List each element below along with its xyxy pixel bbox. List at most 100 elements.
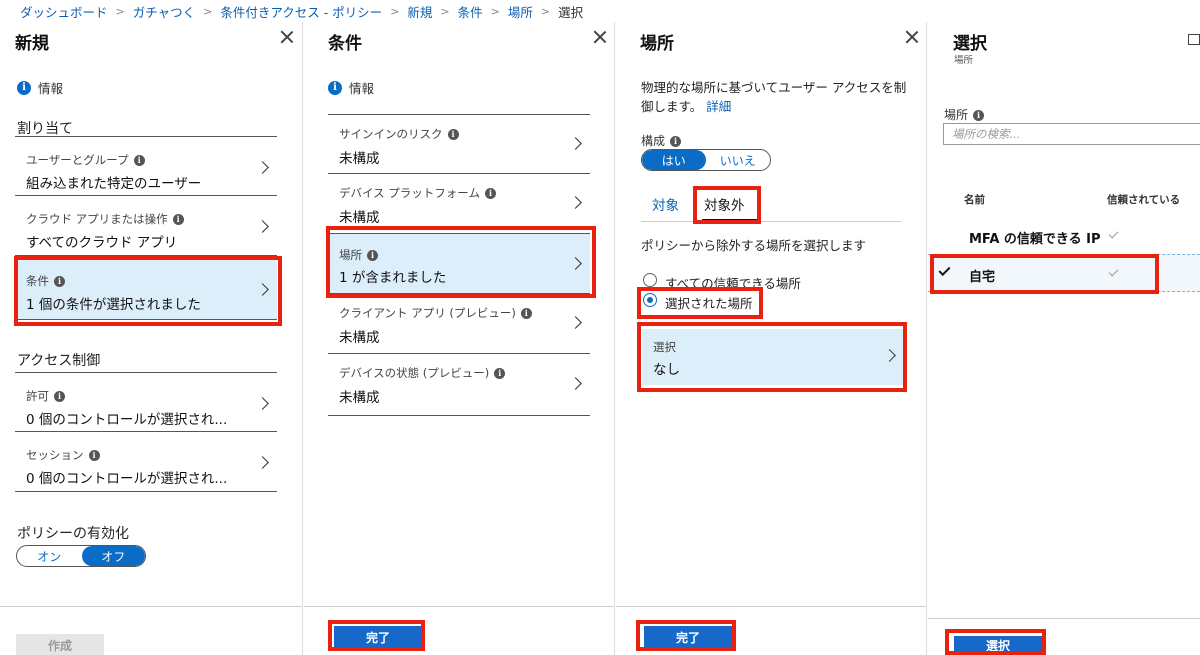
row-name: MFA の信頼できる IP <box>969 232 1101 247</box>
item-label: セッション i <box>26 447 100 463</box>
close-icon[interactable] <box>280 30 294 44</box>
item-value: 組み込まれた特定のユーザー <box>26 176 202 192</box>
blade-conditions: 条件 i 情報 サインインのリスク i 未構成 デバイス プラットフォーム i 未構… <box>304 22 615 655</box>
tab-include[interactable]: 対象 <box>652 194 679 214</box>
column-header-trusted[interactable]: 信頼されている <box>1107 192 1180 207</box>
info-icon: i <box>17 80 31 95</box>
exclude-prompt: ポリシーから除外する場所を選択します <box>641 238 867 253</box>
breadcrumb-new[interactable]: 新規 <box>407 2 432 21</box>
info-label: 情報 <box>38 81 64 96</box>
item-value: 0 個のコントロールが選択され... <box>26 471 228 487</box>
item-label: 許可 i <box>26 388 65 404</box>
info-icon: i <box>520 307 532 319</box>
item-value: 未構成 <box>339 390 380 406</box>
chevron-right-icon <box>569 257 582 270</box>
session-item[interactable]: セッション i 0 個のコントロールが選択され... <box>15 432 277 492</box>
close-icon[interactable] <box>905 30 919 44</box>
chevron-right-icon <box>256 397 269 410</box>
info-icon: i <box>172 213 184 225</box>
item-value: 0 個のコントロールが選択され... <box>26 412 228 428</box>
info-icon: i <box>447 128 459 140</box>
users-groups-item[interactable]: ユーザーとグループ i 組み込まれた特定のユーザー <box>15 136 277 196</box>
info-icon: i <box>54 390 65 402</box>
info-icon: i <box>484 187 496 199</box>
item-label: 条件 i <box>26 273 65 289</box>
breadcrumb-tenant[interactable]: ガチャつく <box>133 2 195 21</box>
radio-all-trusted[interactable] <box>643 273 657 287</box>
chevron-right-icon <box>883 349 896 362</box>
device-platform-item[interactable]: デバイス プラットフォーム i 未構成 <box>328 174 590 234</box>
item-value: 未構成 <box>339 210 380 226</box>
row-name: 自宅 <box>969 270 996 285</box>
create-button[interactable]: 作成 <box>16 634 104 655</box>
sign-in-risk-item[interactable]: サインインのリスク i 未構成 <box>328 114 590 174</box>
item-label: クラウド アプリまたは操作 i <box>26 211 184 227</box>
chevron-right-icon <box>256 283 269 296</box>
item-value: 未構成 <box>339 151 380 167</box>
toggle-no-option[interactable]: いいえ <box>706 150 771 170</box>
breadcrumb-dashboard[interactable]: ダッシュボード <box>20 2 108 21</box>
chevron-right-icon <box>569 316 582 329</box>
info-icon: i <box>133 154 145 166</box>
item-label: クライアント アプリ (プレビュー) i <box>339 305 532 321</box>
chevron-right-icon: > <box>115 4 125 18</box>
maximize-icon[interactable] <box>1188 34 1200 45</box>
breadcrumb-locations[interactable]: 場所 <box>508 2 533 21</box>
done-button[interactable]: 完了 <box>334 626 422 648</box>
info-icon: i <box>494 367 506 379</box>
client-apps-item[interactable]: クライアント アプリ (プレビュー) i 未構成 <box>328 294 590 354</box>
config-toggle[interactable]: はい いいえ <box>641 149 771 171</box>
item-label: 場所 i <box>339 247 378 263</box>
breadcrumb-conditions[interactable]: 条件 <box>458 2 483 21</box>
blade-title: 新規 <box>15 34 49 54</box>
item-value: なし <box>653 362 680 378</box>
blade-subtitle: 場所 <box>954 55 974 66</box>
info-link[interactable]: i 情報 <box>17 78 63 97</box>
info-link[interactable]: i 情報 <box>328 78 374 97</box>
radio-selected-locations[interactable] <box>643 293 657 307</box>
cloud-apps-item[interactable]: クラウド アプリまたは操作 i すべてのクラウド アプリ <box>15 196 277 256</box>
info-icon: i <box>54 275 65 287</box>
item-label: デバイス プラットフォーム i <box>339 185 496 201</box>
chevron-right-icon <box>256 220 269 233</box>
tab-divider <box>641 221 901 222</box>
locations-item[interactable]: 場所 i 1 が含まれました <box>328 234 590 294</box>
select-locations-item[interactable]: 選択 なし <box>642 329 904 385</box>
blade-title: 選択 <box>953 34 987 54</box>
breadcrumb-ca-policy[interactable]: 条件付きアクセス - ポリシー <box>220 2 382 21</box>
radio-selected-label: 選択された場所 <box>665 296 753 311</box>
item-label: サインインのリスク i <box>339 126 459 142</box>
enable-policy-toggle[interactable]: オン オフ <box>16 545 146 567</box>
row-checkbox-check-icon[interactable] <box>938 263 951 277</box>
close-icon[interactable] <box>593 30 607 44</box>
conditions-item[interactable]: 条件 i 1 個の条件が選択されました <box>15 258 277 320</box>
blade-locations: 場所 物理的な場所に基づいてユーザー アクセスを制御します。 詳細 構成 i はい… <box>616 22 927 655</box>
table-row[interactable]: MFA の信頼できる IP <box>928 218 1200 254</box>
chevron-right-icon: > <box>490 4 500 18</box>
grant-item[interactable]: 許可 i 0 個のコントロールが選択され... <box>15 372 277 432</box>
blade-select: 選択 場所 場所i 名前 信頼されている MFA の信頼できる IP 自宅 選択 <box>928 22 1200 655</box>
info-icon: i <box>88 449 100 461</box>
table-row-selected[interactable]: 自宅 <box>928 254 1200 292</box>
toggle-yes-option[interactable]: はい <box>642 150 706 170</box>
info-label: 情報 <box>349 81 375 96</box>
tab-exclude[interactable]: 対象外 <box>704 194 745 214</box>
search-input[interactable] <box>943 123 1200 145</box>
done-button[interactable]: 完了 <box>644 626 732 648</box>
select-button[interactable]: 選択 <box>954 636 1042 655</box>
details-link[interactable]: 詳細 <box>706 99 731 114</box>
info-icon: i <box>670 135 682 147</box>
toggle-on-option[interactable]: オン <box>17 546 82 566</box>
device-state-item[interactable]: デバイスの状態 (プレビュー) i 未構成 <box>328 354 590 416</box>
blade-title: 場所 <box>640 34 674 54</box>
blade-title: 条件 <box>328 34 362 54</box>
item-label: デバイスの状態 (プレビュー) i <box>339 365 506 381</box>
locations-description: 物理的な場所に基づいてユーザー アクセスを制御します。 詳細 <box>641 80 907 114</box>
chevron-right-icon <box>569 377 582 390</box>
column-header-name[interactable]: 名前 <box>964 192 985 207</box>
enable-policy-heading: ポリシーの有効化 <box>17 526 129 542</box>
search-label: 場所 i <box>944 106 985 123</box>
toggle-off-option[interactable]: オフ <box>81 546 145 566</box>
access-control-heading: アクセス制御 <box>17 353 101 369</box>
item-value: 未構成 <box>339 330 380 346</box>
